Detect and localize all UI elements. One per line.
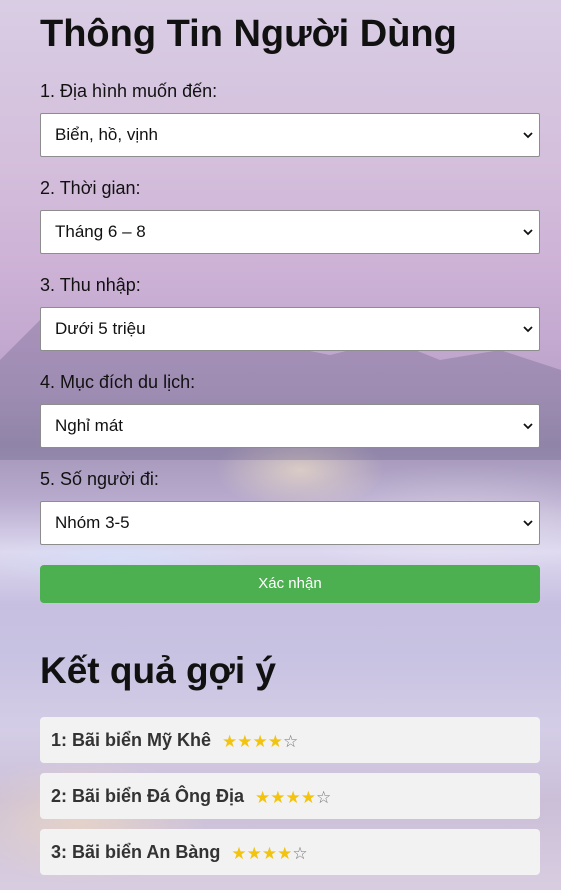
select-value: Nhóm 3-5: [55, 513, 130, 532]
question-label: 2. Thời gian:: [40, 178, 141, 198]
question-purpose: 4. Mục đích du lịch: Nghỉ mát: [40, 371, 540, 448]
chevron-down-icon: [523, 423, 533, 430]
results-title: Kết quả gợi ý: [40, 650, 277, 691]
terrain-select[interactable]: Biển, hồ, vịnh: [40, 113, 540, 157]
select-value: Biển, hồ, vịnh: [55, 125, 159, 144]
star-filled-icon: ★: [255, 787, 271, 807]
question-terrain: 1. Địa hình muốn đến: Biển, hồ, vịnh: [40, 80, 540, 157]
question-time: 2. Thời gian: Tháng 6 – 8: [40, 177, 540, 254]
submit-button[interactable]: Xác nhận: [40, 565, 540, 603]
group-size-select[interactable]: Nhóm 3-5: [40, 501, 540, 545]
star-filled-icon: ★: [231, 843, 247, 863]
results-list: 1: Bãi biển Mỹ Khê ★ ★ ★ ★ ☆ 2: Bãi biển Đá Ôn…: [40, 717, 540, 875]
question-label: 5. Số người đi:: [40, 469, 159, 489]
result-text: 1: Bãi biển Mỹ Khê: [51, 729, 212, 750]
result-text: 3: Bãi biển An Bàng: [51, 841, 221, 862]
question-group-size: 5. Số người đi: Nhóm 3-5: [40, 468, 540, 545]
star-filled-icon: ★: [277, 843, 293, 863]
main-content: Thông Tin Người Dùng 1. Địa hình muốn đế…: [0, 0, 561, 875]
star-filled-icon: ★: [222, 731, 238, 751]
star-filled-icon: ★: [237, 731, 253, 751]
star-filled-icon: ★: [267, 731, 284, 751]
question-label: 4. Mục đích du lịch:: [40, 372, 196, 392]
result-item: 2: Bãi biển Đá Ông Địa ★ ★ ★ ★ ☆: [40, 773, 540, 819]
star-filled-icon: ★: [261, 843, 278, 863]
star-outline-icon: ☆: [292, 843, 308, 863]
form-title: Thông Tin Người Dùng: [40, 13, 457, 55]
question-income: 3. Thu nhập: Dưới 5 triệu: [40, 274, 540, 351]
income-select[interactable]: Dưới 5 triệu: [40, 307, 540, 351]
question-label: 1. Địa hình muốn đến:: [40, 81, 218, 101]
chevron-down-icon: [523, 132, 533, 139]
star-outline-icon: ☆: [316, 787, 332, 807]
star-filled-icon: ★: [252, 731, 268, 751]
star-filled-icon: ★: [300, 787, 317, 807]
question-label: 3. Thu nhập:: [40, 275, 141, 295]
purpose-select[interactable]: Nghỉ mát: [40, 404, 540, 448]
star-filled-icon: ★: [285, 787, 301, 807]
select-value: Nghỉ mát: [55, 416, 124, 435]
chevron-down-icon: [523, 326, 533, 333]
result-item: 1: Bãi biển Mỹ Khê ★ ★ ★ ★ ☆: [40, 717, 540, 763]
chevron-down-icon: [523, 520, 533, 527]
result-item: 3: Bãi biển An Bàng ★ ★ ★ ★ ☆: [40, 829, 540, 875]
star-rating: ★ ★ ★ ★ ☆: [231, 845, 307, 862]
star-filled-icon: ★: [270, 787, 286, 807]
time-select[interactable]: Tháng 6 – 8: [40, 210, 540, 254]
star-outline-icon: ☆: [283, 731, 299, 751]
star-rating: ★ ★ ★ ★ ☆: [222, 733, 298, 750]
select-value: Dưới 5 triệu: [55, 319, 146, 338]
chevron-down-icon: [523, 229, 533, 236]
star-rating: ★ ★ ★ ★ ☆: [255, 789, 331, 806]
star-filled-icon: ★: [246, 843, 262, 863]
result-text: 2: Bãi biển Đá Ông Địa: [51, 785, 245, 806]
select-value: Tháng 6 – 8: [55, 222, 146, 241]
